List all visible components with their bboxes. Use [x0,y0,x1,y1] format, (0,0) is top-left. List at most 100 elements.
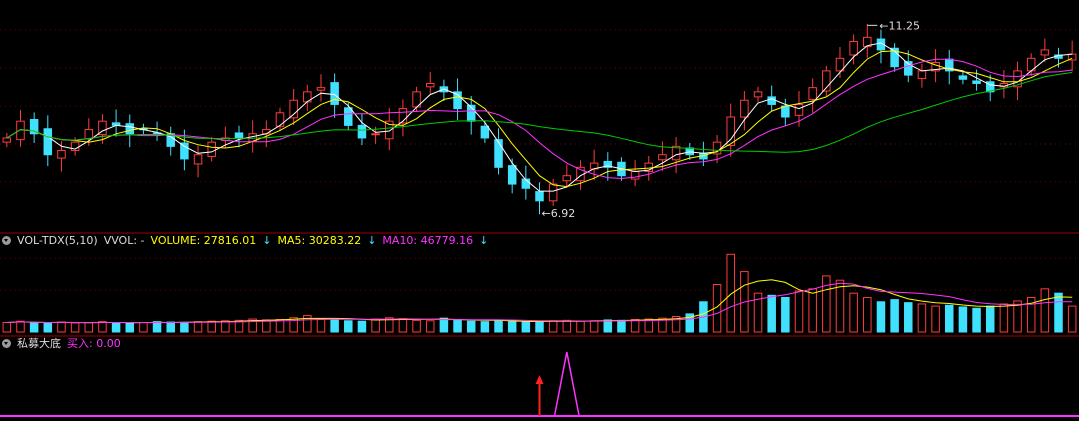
candle-body [385,120,394,140]
candle-body [480,125,490,139]
volume-bar [453,318,462,333]
volume-bar [521,321,531,333]
volume-bar [98,321,107,333]
candle-body [535,191,544,202]
volume-bar [630,318,640,333]
volume-bar [1054,292,1063,333]
buy-arrow-icon [535,375,544,384]
candle-body [958,75,968,80]
panel-menu-icon[interactable] [2,339,11,348]
volume-bar [576,320,585,333]
volume-bar [180,322,189,333]
volume-bar [617,319,626,333]
low-price-label: ←6.92 [542,207,576,220]
volume-bar [1040,288,1050,333]
vvol-label: VVOL: - [103,234,145,247]
volume-bar [603,319,613,333]
volume-bar [425,320,435,333]
volume-bar [84,322,94,333]
buy-value: 买入: 0.00 [67,337,121,350]
candle-body [494,139,503,168]
volume-bar [562,319,572,333]
candle-body [371,133,380,136]
volume-bar [890,299,899,333]
indicator-panel-header: 私募大底 买入: 0.00 [0,337,127,351]
volume-indicator-name: VOL-TDX(5,10) [17,234,98,247]
volume-bar [466,320,476,333]
volume-bar [2,322,12,333]
volume-bar [835,279,845,333]
volume-bar [139,322,148,333]
candle-body [562,175,572,182]
candle-body [753,91,763,98]
candle-body [794,103,804,116]
candle-body [630,171,640,180]
volume-bar [480,321,490,333]
candle-body [234,132,244,139]
candle-body [849,41,858,56]
volume-bar [1067,305,1077,333]
volume-bar [111,322,121,333]
volume-bar [357,320,367,333]
volume-bar [494,320,503,333]
ma20-line [6,58,1073,180]
volume-bar [944,304,954,333]
volume-bar [767,294,776,333]
volume-bar [193,321,203,333]
candle-body [125,123,135,135]
volume-bar [999,303,1009,333]
candle-body [344,107,353,126]
candle-body [548,183,558,202]
volume-bar [330,319,339,333]
volume-bar [125,322,135,333]
candle-body [43,128,53,156]
candle-body [207,141,216,157]
candle-body [57,150,66,159]
volume-bar [70,322,80,333]
volume-bar [849,292,858,333]
volume-value: VOLUME: 27816.01 ↓ [150,234,272,247]
volume-bar [207,320,216,333]
volume-bar [972,307,981,333]
volume-bar [371,318,380,333]
candle-body [671,145,681,161]
volume-bar [548,320,558,333]
volume-bar [43,322,53,333]
candle-body [330,82,339,105]
candle-body [740,99,749,118]
candle-body [658,154,667,161]
volume-bar [808,288,817,333]
volume-bar [398,318,408,333]
volume-bar [152,321,162,333]
buy-signal-spike [553,351,580,417]
volume-bar [344,320,353,333]
candle-body [808,87,817,100]
stock-chart: ←11.25 ←6.92 [0,19,1079,417]
volume-bar [29,322,39,333]
volume-bar [726,253,735,333]
volume-bar [16,320,25,333]
candle-body [917,70,927,79]
volume-bar [589,320,599,333]
candle-body [275,112,285,127]
candle-body [507,165,517,185]
volume-bar [917,303,927,333]
candle-body [357,124,367,139]
candle-body [425,82,435,88]
candle-body [781,105,790,118]
volume-bar [507,320,517,333]
candle-body [16,120,25,141]
volume-bar [985,305,995,333]
volume-bar [876,301,886,333]
volume-bar [794,290,804,333]
high-price-label: ←11.25 [879,19,920,32]
volume-bar [822,275,831,333]
candle-body [2,137,12,143]
vol-ma5-value: MA5: 30283.22 ↓ [277,234,377,247]
volume-bar [931,305,940,333]
candle-body [289,99,298,119]
volume-panel-header: VOL-TDX(5,10) VVOL: - VOLUME: 27816.01 ↓ MA5… [0,234,494,248]
candle-body [316,87,326,91]
panel-menu-icon[interactable] [2,236,11,245]
volume-bar [439,317,449,333]
